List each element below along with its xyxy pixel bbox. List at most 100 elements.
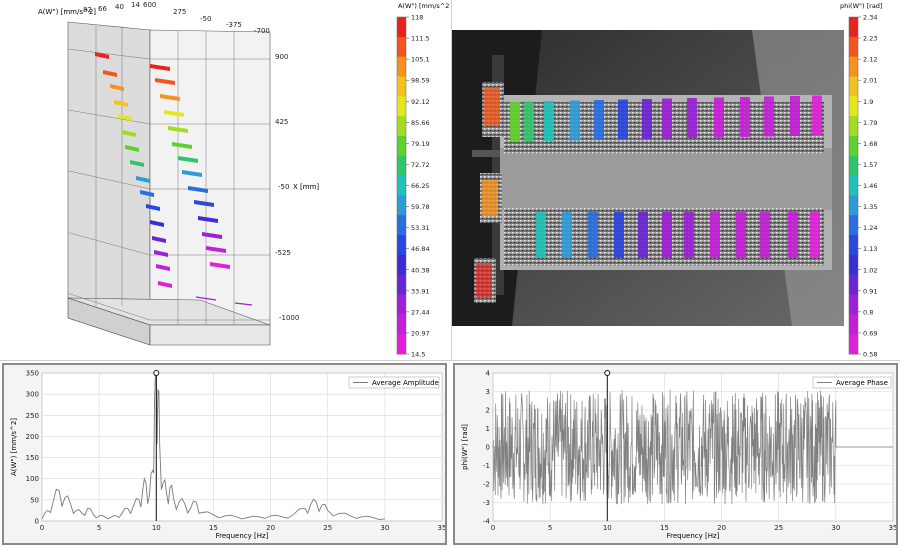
phase-photo-view[interactable]: phi(W") [rad] 2.34 2.23 2.12 2.01 1.9 1.79 1.6…	[452, 0, 900, 360]
y-tick-label: 0	[486, 444, 490, 452]
x-tick-label: 10	[152, 524, 161, 532]
colorbar-tick-label: 66.25	[411, 182, 430, 190]
colorbar-segment	[397, 175, 406, 196]
y-axis-title: A(W") [mm/s^2]	[10, 418, 18, 476]
y-tick-label: -4	[483, 518, 491, 526]
colorbar-tick-label: 1.13	[863, 245, 877, 253]
colorbar-tick-label: 0.69	[863, 329, 877, 337]
x-axis-title: Frequency [Hz]	[216, 532, 269, 540]
phase-chart-panel: 4 3 2 1 0 -1 -2 -3 -4 0 5 10 15 20 25 30 35 Average Pha…	[453, 363, 898, 545]
colorbar-tick-label: 59.78	[411, 203, 430, 211]
y-tick-labels: 0 50 100 150 200 250 300 350	[26, 370, 39, 526]
colorbar-tick-label: 0.8	[863, 308, 873, 316]
x-tick-labels: 0 5 10 15 20 25 30 35	[40, 524, 447, 532]
colorbar-tick-label: 33.91	[411, 287, 430, 295]
right-tick: -525	[275, 249, 291, 257]
x-axis-title: Frequency [Hz]	[667, 532, 720, 540]
phase-strip	[544, 101, 554, 141]
top-tick: -700	[254, 27, 270, 35]
top-tick: -50	[200, 15, 211, 23]
x-tick-label: 25	[774, 524, 783, 532]
y-tick-label: 350	[26, 370, 39, 378]
frequency-marker-handle[interactable]	[153, 370, 160, 376]
phase-strip	[536, 212, 546, 258]
legend-label: Average Phase	[836, 379, 888, 387]
colorbar-segment	[397, 135, 406, 157]
y-axis-title: phi(W") [rad]	[461, 424, 469, 470]
y-tick-label: 50	[30, 496, 39, 504]
amplitude-chart-panel: 0 50 100 150 200 250 300 350 0 5 10 15 20 25 30 35 Ave…	[2, 363, 447, 545]
phase-spectrum-chart[interactable]: 43210-1-2-3-4 0 5 10 15 20 25 30 35 Average Pha…	[455, 365, 898, 543]
phase-strip	[736, 212, 746, 258]
x-tick-label: 15	[660, 524, 669, 532]
box-base-front	[149, 324, 271, 346]
colorbar-tick-label: 2.23	[863, 35, 877, 43]
colorbar-segment	[397, 235, 406, 256]
colorbar-tick-label: 111.5	[411, 35, 430, 43]
colorbar-segment	[397, 96, 406, 117]
colorbar-tick-label: 1.35	[863, 203, 877, 211]
colorbar-segment	[849, 334, 858, 355]
x-tick-label: 35	[889, 524, 896, 532]
x-tick-label: 30	[831, 524, 840, 532]
colorbar-segment	[849, 17, 858, 38]
x-tick-label: 0	[491, 524, 495, 532]
colorbar-tick-label: 53.31	[411, 224, 430, 232]
x-tick-label: 0	[40, 524, 44, 532]
colorbar-segment	[397, 294, 406, 315]
x-tick-label: 20	[266, 524, 275, 532]
x-tick-label: 15	[209, 524, 218, 532]
colorbar-segment	[849, 294, 858, 315]
colorbar-segment	[397, 254, 406, 276]
top-tick: -375	[226, 21, 242, 29]
colorbar-segment	[397, 17, 406, 38]
phase-strip	[570, 100, 580, 141]
top-tick: 82	[83, 6, 92, 14]
phase-strip	[642, 99, 652, 139]
x-tick-labels: 0 5 10 15 20 25 30 35	[491, 524, 898, 532]
colorbar-tick-label: 1.9	[863, 98, 873, 106]
colorbar-tick-label: 85.66	[411, 119, 430, 127]
colorbar-segment	[849, 175, 858, 196]
frequency-marker-handle[interactable]	[604, 370, 611, 376]
amplitude-3d-view[interactable]: A(W") [mm/s^2] 82 66 40 14 600 275 -50 -…	[0, 0, 450, 360]
phase-strip	[710, 212, 720, 258]
y-tick-label: 3	[486, 388, 490, 396]
phase-strip	[524, 101, 534, 142]
y-tick-label: 250	[26, 412, 39, 420]
colorbar-segment	[849, 135, 858, 157]
colorbar-tick-label: 1.24	[863, 224, 877, 232]
colorbar-tick-label: 105.1	[411, 56, 430, 64]
colorbar-segment	[397, 76, 406, 97]
x-tick-label: 30	[380, 524, 389, 532]
phase-strip	[687, 98, 697, 138]
top-tick: 600	[143, 1, 156, 9]
top-tick: 14	[131, 1, 140, 9]
colorbar-segment	[397, 36, 406, 58]
beam-middle	[500, 148, 832, 210]
x-tick-label: 20	[717, 524, 726, 532]
colorbar-segment	[849, 254, 858, 276]
colorbar-tick-label: 1.46	[863, 182, 877, 190]
colorbar-tick-label: 0.58	[863, 351, 877, 359]
phase-strip	[482, 180, 498, 216]
colorbar-segment	[849, 274, 858, 295]
y-tick-label: -1	[483, 462, 490, 470]
colorbar-tick-label: 20.97	[411, 329, 430, 337]
phase-strip	[662, 98, 672, 139]
y-tick-label: 100	[26, 475, 39, 483]
colorbar-segment	[397, 155, 406, 176]
amplitude-spectrum-chart[interactable]: 0 50 100 150 200 250 300 350 0 5 10 15 20 25 30 35 Ave…	[4, 365, 447, 543]
amplitude-colorbar-ticks: 118 111.5 105.1 98.59 92.12 85.66 79.19 72.72 66…	[406, 14, 430, 359]
phase-colorbar-ticks: 2.34 2.23 2.12 2.01 1.9 1.79 1.68 1.57 1.46 1.35 1…	[858, 14, 877, 359]
colorbar-tick-label: 1.79	[863, 119, 877, 127]
colorbar-segment	[397, 215, 406, 236]
colorbar-tick-label: 1.57	[863, 161, 877, 169]
colorbar-tick-label: 79.19	[411, 140, 430, 148]
colorbar-segment	[849, 36, 858, 58]
colorbar-tick-label: 98.59	[411, 77, 430, 85]
phase-strip	[740, 97, 750, 137]
colorbar-tick-label: 1.02	[863, 266, 877, 274]
y-tick-label: 200	[26, 433, 39, 441]
colorbar-segment	[849, 215, 858, 236]
